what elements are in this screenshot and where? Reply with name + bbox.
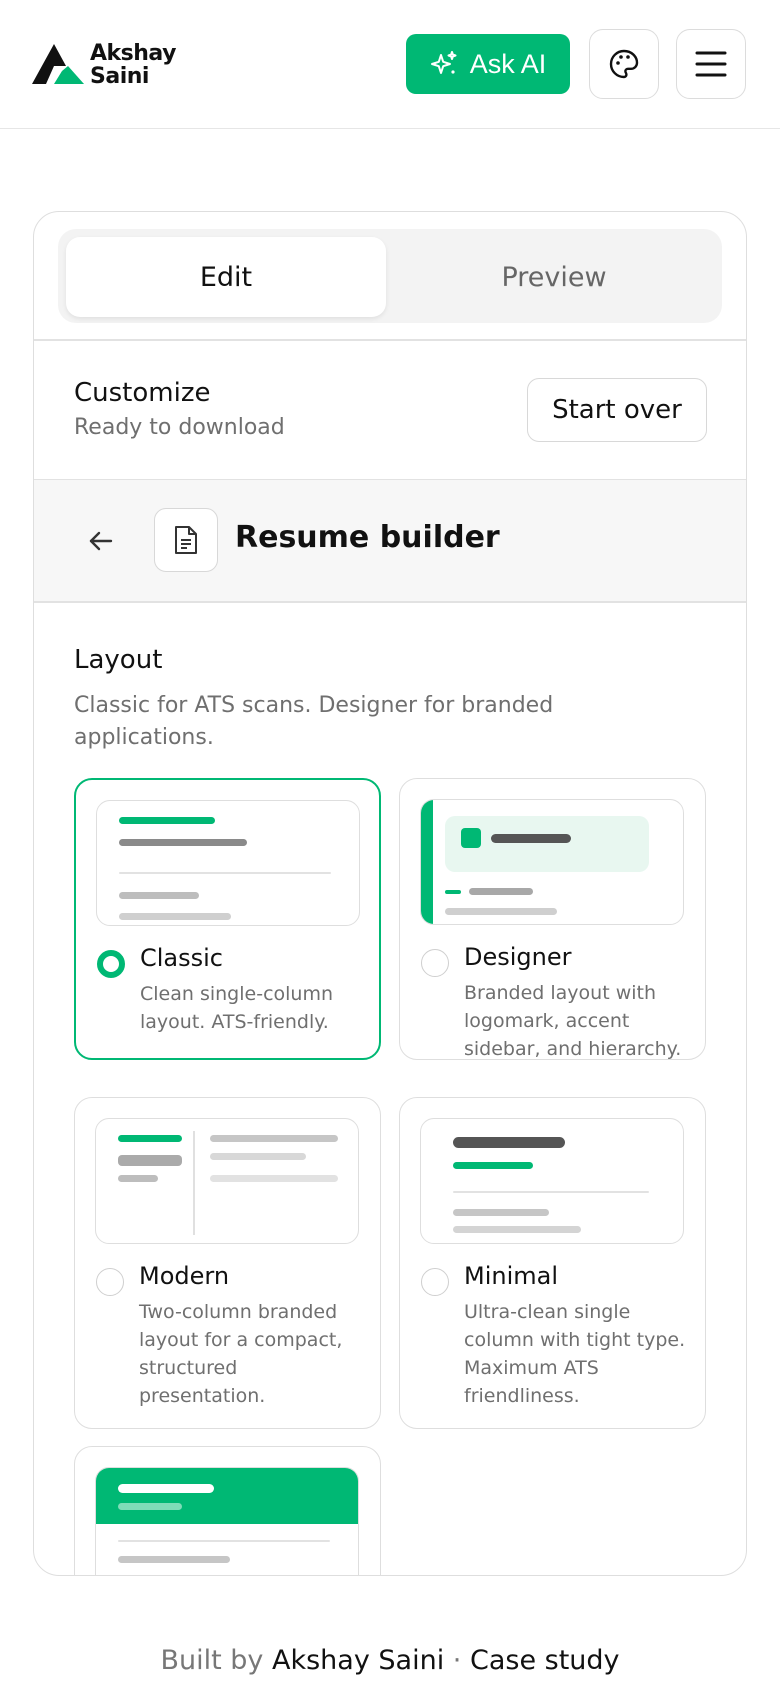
layout-option-name: Designer (464, 943, 572, 971)
thumb-bar (119, 817, 215, 824)
builder-card: Edit Preview Customize Ready to download… (33, 211, 747, 1576)
footer-prefix: Built by (160, 1645, 264, 1676)
thumb-column-divider (193, 1131, 195, 1235)
ask-ai-button[interactable]: Ask AI (406, 34, 570, 94)
thumb-bar (118, 1175, 158, 1182)
layout-option-description: Branded layout with logomark, accent sid… (464, 982, 682, 1060)
builder-nav-bar: Resume builder (34, 480, 746, 601)
tab-edit[interactable]: Edit (66, 237, 386, 317)
thumb-rule (453, 1191, 649, 1193)
layout-option-description: Two-column branded layout for a compact,… (139, 1301, 343, 1407)
view-tabs: Edit Preview (58, 229, 722, 323)
layout-option-minimal[interactable]: Minimal Ultra-clean single column with t… (399, 1097, 706, 1429)
thumb-sidebar (421, 800, 433, 924)
thumb-bar (118, 1484, 214, 1493)
thumb-bar (453, 1162, 533, 1169)
radio-classic[interactable] (97, 950, 125, 978)
thumb-bar (118, 1556, 230, 1563)
theme-palette-button[interactable] (589, 29, 659, 99)
thumb-bar (119, 839, 247, 846)
layout-option-description: Clean single-column layout. ATS-friendly… (140, 983, 334, 1033)
thumb-bar (119, 892, 199, 899)
layout-section-title: Layout (74, 645, 163, 675)
menu-icon (695, 51, 727, 77)
layout-thumbnail-banner (95, 1467, 359, 1575)
thumb-bar (210, 1175, 338, 1182)
tab-preview[interactable]: Preview (394, 237, 714, 317)
page-footer: Built by Akshay Saini · Case study (0, 1645, 780, 1676)
divider (34, 339, 746, 341)
layout-option-banner[interactable] (74, 1446, 381, 1575)
builder-title: Resume builder (235, 520, 500, 555)
document-badge (154, 508, 218, 572)
layout-option-name: Classic (140, 944, 224, 972)
main-menu-button[interactable] (676, 29, 746, 99)
thumb-bar (453, 1226, 581, 1233)
thumb-bar (210, 1153, 306, 1160)
thumb-bar (453, 1209, 549, 1216)
layout-thumbnail-classic (96, 800, 360, 926)
logo-mark-icon (32, 44, 84, 84)
author-link[interactable]: Akshay Saini (272, 1645, 444, 1676)
radio-modern[interactable] (96, 1268, 124, 1296)
layout-option-modern[interactable]: Modern Two-column branded layout for a c… (74, 1097, 381, 1429)
thumb-bar (469, 888, 533, 895)
layout-option-description: Ultra-clean single column with tight typ… (464, 1301, 686, 1407)
thumb-bar (210, 1135, 338, 1142)
thumb-bar (118, 1135, 182, 1142)
thumb-rule (119, 872, 331, 874)
layout-option-name: Modern (139, 1262, 230, 1290)
thumb-bar (118, 1155, 182, 1166)
thumb-logomark (461, 828, 481, 848)
layout-option-classic[interactable]: Classic Clean single-column layout. ATS-… (74, 778, 381, 1060)
thumb-bar (445, 890, 461, 894)
divider (34, 601, 746, 603)
layout-option-designer[interactable]: Designer Branded layout with logomark, a… (399, 778, 706, 1060)
thumb-bar (119, 913, 231, 920)
brand-logo[interactable]: Akshay Saini (32, 42, 192, 88)
layout-option-name: Minimal (464, 1262, 559, 1290)
radio-designer[interactable] (421, 949, 449, 977)
ask-ai-label: Ask AI (469, 48, 547, 79)
brand-name: Akshay Saini (90, 42, 176, 88)
brand-name-line1: Akshay (90, 41, 176, 66)
thumb-banner (96, 1468, 358, 1524)
thumb-bar (453, 1137, 565, 1148)
layout-thumbnail-minimal (420, 1118, 684, 1244)
thumb-bar (118, 1503, 182, 1510)
sparkle-icon (430, 51, 457, 74)
start-over-button[interactable]: Start over (527, 378, 707, 442)
footer-separator: · (452, 1645, 462, 1676)
palette-icon (609, 49, 639, 79)
thumb-bar (445, 908, 557, 915)
document-icon (175, 526, 197, 554)
layout-section-description: Classic for ATS scans. Designer for bran… (74, 693, 554, 750)
layout-thumbnail-modern (95, 1118, 359, 1244)
arrow-left-icon[interactable] (86, 526, 116, 556)
download-status: Ready to download (74, 415, 285, 440)
customize-title: Customize (74, 378, 211, 408)
thumb-rule (118, 1540, 330, 1542)
radio-minimal[interactable] (421, 1268, 449, 1296)
case-study-link[interactable]: Case study (470, 1645, 620, 1676)
brand-name-line2: Saini (90, 64, 149, 89)
layout-thumbnail-designer (420, 799, 684, 925)
thumb-bar (491, 834, 571, 843)
top-header: Akshay Saini Ask AI (0, 0, 780, 129)
